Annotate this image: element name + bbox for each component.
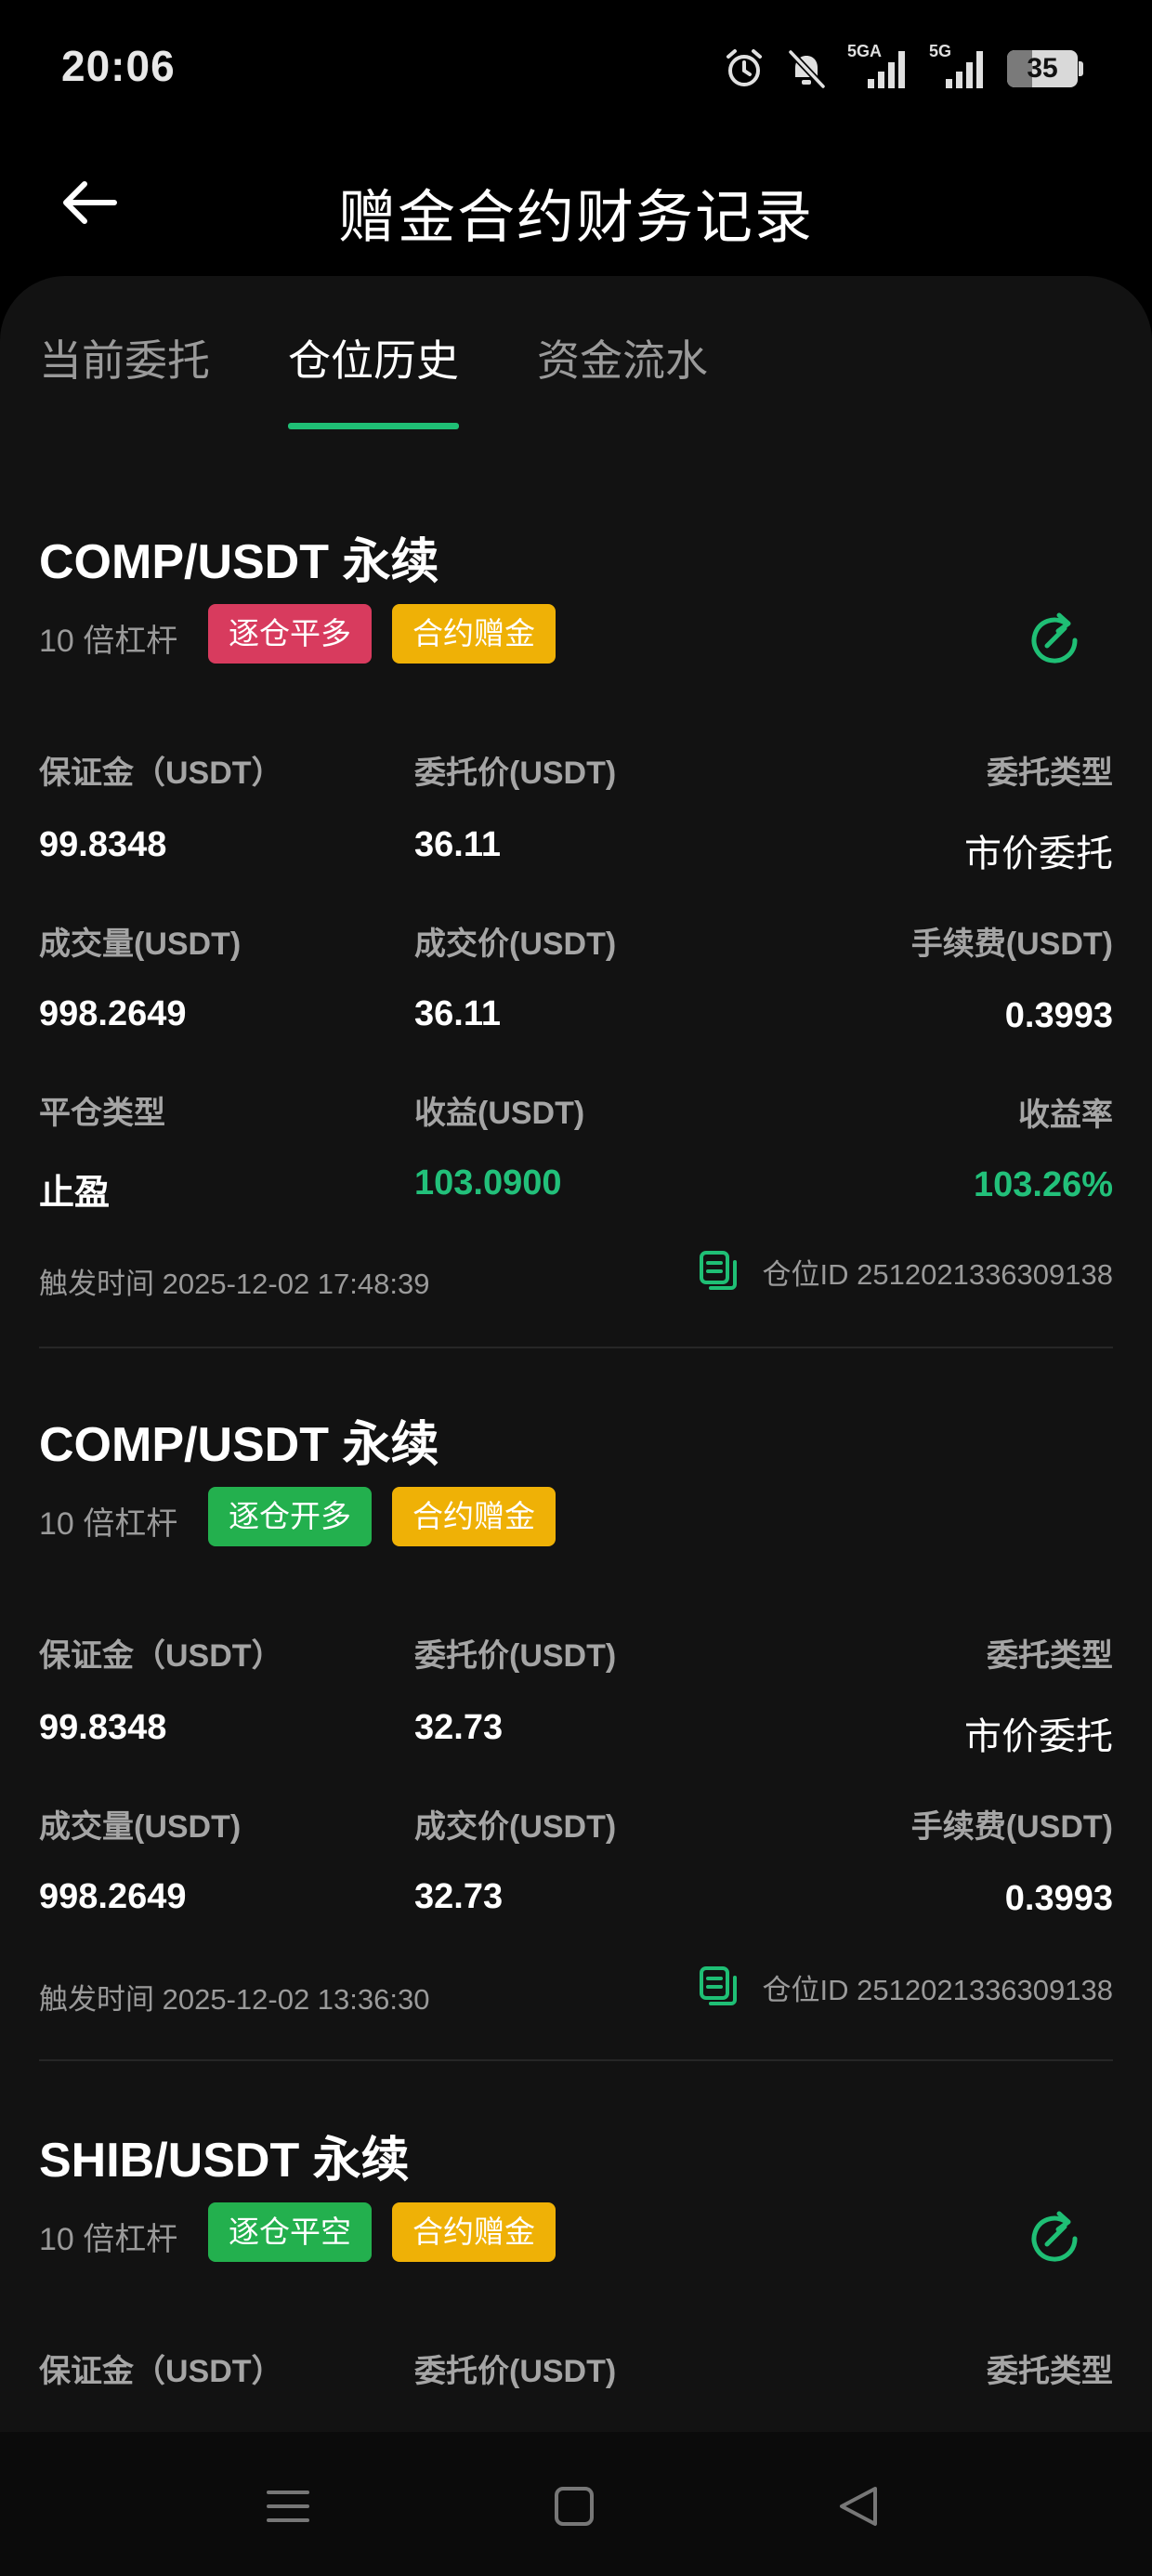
battery-icon: 35	[1007, 50, 1083, 87]
pnl-label: 收益(USDT)	[414, 1096, 585, 1131]
order-type-value: 市价委托	[964, 834, 1113, 874]
deal-price-label: 成交价(USDT)	[414, 927, 617, 962]
divider	[39, 1347, 1113, 1348]
fee-value: 0.3993	[1004, 996, 1113, 1035]
share-refresh-icon[interactable]	[1022, 608, 1087, 673]
copy-icon[interactable]	[698, 1249, 739, 1294]
position-id: 仓位ID 2512021336309138	[762, 1973, 1113, 2006]
content-sheet: 当前委托 仓位历史 资金流水 COMP/USDT 永续 10 倍杠杆 逐仓平多 …	[0, 276, 1152, 2432]
back-triangle-icon[interactable]	[827, 2474, 892, 2539]
status-time: 20:06	[61, 42, 176, 90]
deal-price-label: 成交价(USDT)	[414, 1809, 617, 1845]
position-id-row: 仓位ID 2512021336309138	[698, 1249, 1113, 1294]
active-tab-indicator	[288, 423, 459, 429]
order-price-label: 委托价(USDT)	[414, 756, 617, 791]
trigger-time: 触发时间 2025-12-02 13:36:30	[39, 1983, 430, 2016]
fee-label: 手续费(USDT)	[910, 1809, 1113, 1845]
position-record: COMP/USDT 永续 10 倍杠杆 逐仓开多 合约赠金 保证金（USDT） …	[39, 1405, 1113, 2111]
status-icons: 5GA 5G 35	[723, 41, 1083, 97]
tab-current-orders[interactable]: 当前委托	[39, 327, 210, 388]
tab-position-history[interactable]: 仓位历史	[288, 327, 459, 388]
leverage-label: 10 倍杠杆	[39, 1506, 178, 1542]
margin-label: 保证金（USDT）	[39, 1638, 283, 1674]
margin-value: 99.8348	[39, 825, 167, 864]
side-tag: 逐仓平多	[208, 604, 372, 664]
share-refresh-icon[interactable]	[1022, 2206, 1087, 2271]
divider	[39, 2059, 1113, 2061]
close-type-value: 止盈	[39, 1174, 111, 1213]
order-type-label: 委托类型	[987, 2354, 1113, 2389]
deal-price-value: 36.11	[414, 994, 501, 1033]
trigger-time: 触发时间 2025-12-02 17:48:39	[39, 1268, 430, 1300]
bonus-tag: 合约赠金	[392, 1487, 556, 1546]
volume-value: 998.2649	[39, 994, 187, 1033]
record-title: COMP/USDT 永续	[39, 1418, 439, 1472]
margin-value: 99.8348	[39, 1708, 167, 1747]
copy-icon[interactable]	[698, 1965, 739, 2009]
menu-icon[interactable]	[255, 2474, 321, 2539]
leverage-label: 10 倍杠杆	[39, 624, 178, 659]
bonus-tag: 合约赠金	[392, 604, 556, 664]
signal-5g-icon: 5G	[929, 42, 987, 92]
order-type-label: 委托类型	[987, 756, 1113, 791]
order-price-value: 36.11	[414, 825, 501, 864]
side-tag: 逐仓平空	[208, 2202, 372, 2262]
tab-bar: 当前委托 仓位历史 资金流水	[0, 276, 1152, 434]
record-title: SHIB/USDT 永续	[39, 2134, 410, 2188]
pnl-value: 103.0900	[414, 1163, 562, 1203]
order-price-value: 32.73	[414, 1708, 504, 1747]
leverage-label: 10 倍杠杆	[39, 2222, 178, 2257]
fee-label: 手续费(USDT)	[910, 927, 1113, 962]
record-title: COMP/USDT 永续	[39, 535, 439, 589]
order-price-label: 委托价(USDT)	[414, 1638, 617, 1674]
bonus-tag: 合约赠金	[392, 2202, 556, 2262]
volume-value: 998.2649	[39, 1877, 187, 1916]
order-type-value: 市价委托	[964, 1716, 1113, 1757]
position-id-row: 仓位ID 2512021336309138	[698, 1965, 1113, 2009]
battery-level: 35	[1027, 53, 1058, 84]
pnl-rate-value: 103.26%	[973, 1165, 1113, 1204]
system-nav-bar	[0, 2432, 1152, 2576]
deal-price-value: 32.73	[414, 1877, 504, 1916]
home-square-icon[interactable]	[542, 2474, 607, 2539]
order-type-label: 委托类型	[987, 1638, 1113, 1674]
margin-label: 保证金（USDT）	[39, 2354, 283, 2389]
signal-5ga-icon: 5GA	[847, 42, 909, 92]
page-title: 赠金合约财务记录	[337, 186, 814, 250]
mute-bell-icon	[786, 47, 827, 90]
position-id: 仓位ID 2512021336309138	[762, 1257, 1113, 1291]
volume-label: 成交量(USDT)	[39, 927, 242, 962]
pnl-rate-label: 收益率	[1018, 1097, 1113, 1133]
order-price-label: 委托价(USDT)	[414, 2354, 617, 2389]
fee-value: 0.3993	[1004, 1879, 1113, 1918]
side-tag: 逐仓开多	[208, 1487, 372, 1546]
tab-fund-flow[interactable]: 资金流水	[537, 327, 708, 388]
volume-label: 成交量(USDT)	[39, 1809, 242, 1845]
close-type-label: 平仓类型	[39, 1096, 165, 1131]
position-record: SHIB/USDT 永续 10 倍杠杆 逐仓平空 合约赠金 保证金（USDT） …	[39, 2121, 1113, 2432]
header: 赠金合约财务记录	[0, 135, 1152, 274]
alarm-icon	[723, 47, 766, 90]
margin-label: 保证金（USDT）	[39, 756, 283, 791]
status-bar: 20:06 5GA 5G 35	[0, 0, 1152, 135]
